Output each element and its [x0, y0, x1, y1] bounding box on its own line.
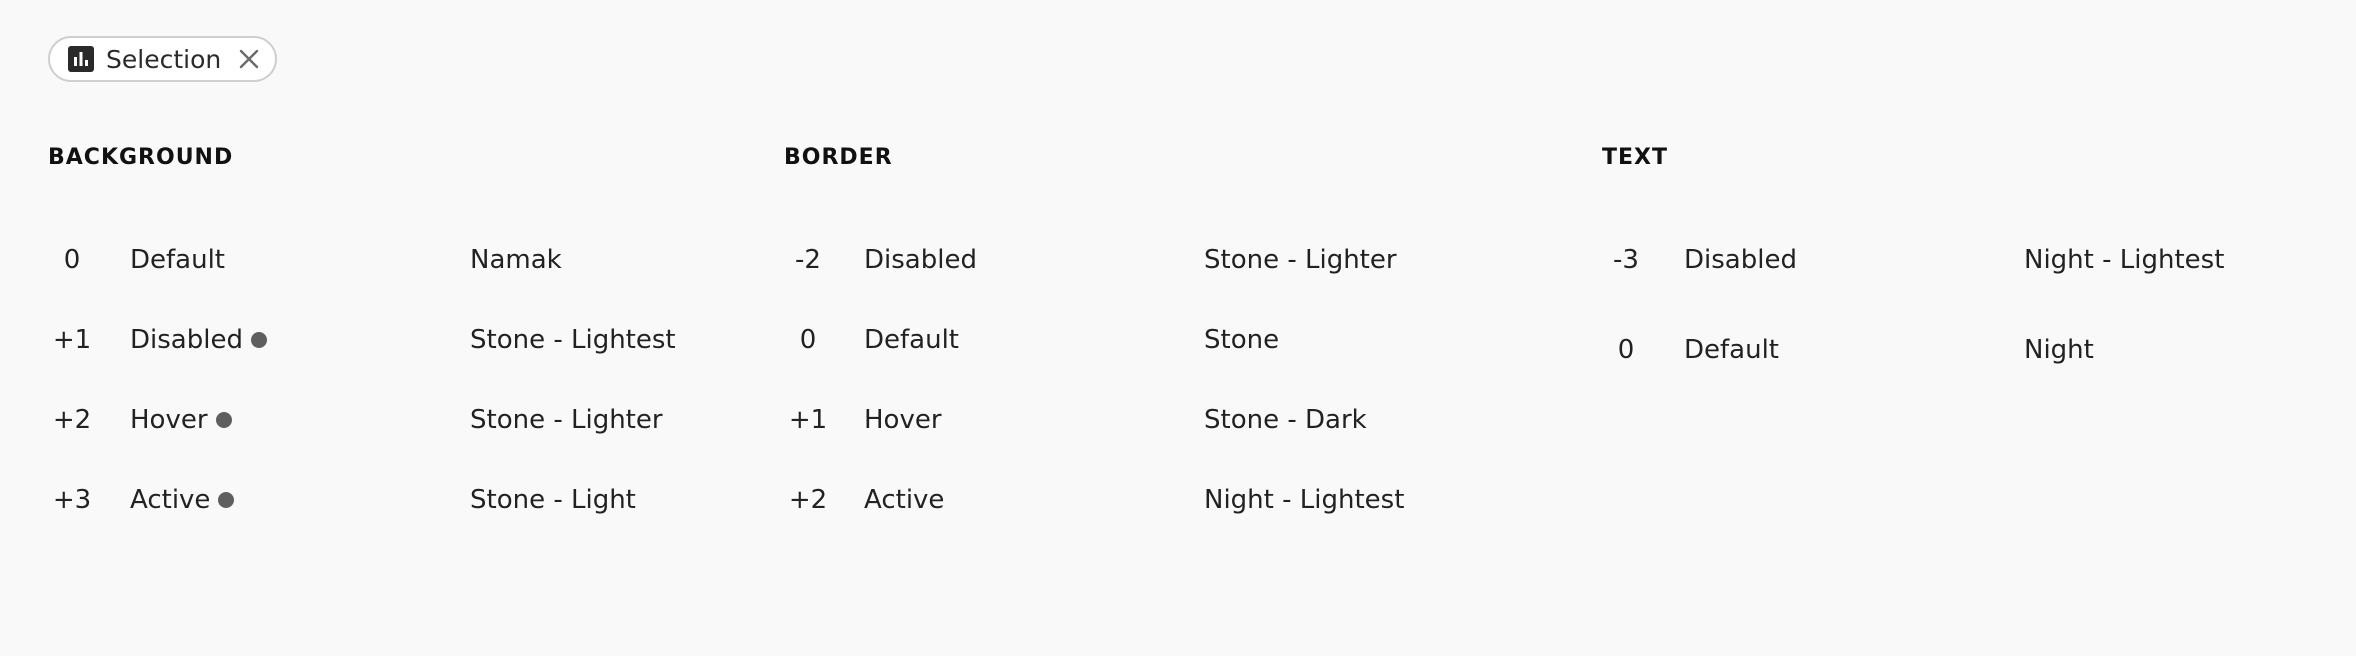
state-text: Default [130, 245, 225, 275]
level-index: 0 [1617, 335, 1635, 365]
state-label: Disabled [130, 325, 267, 355]
section-title: TEXT [1602, 145, 1669, 170]
state-label: Disabled [864, 245, 977, 275]
token-name: Stone - Dark [1204, 405, 1367, 435]
text-section: TEXT -3 Disabled Night - Lightest 0 Defa… [1602, 144, 2224, 365]
level-index: 0 [799, 325, 817, 355]
state-label: Default [1684, 335, 1779, 365]
state-label: Active [864, 485, 944, 515]
level-index: +1 [52, 325, 92, 355]
indicator-dot [218, 492, 235, 508]
token-name: Stone - Lighter [1204, 245, 1397, 275]
state-label: Hover [130, 405, 232, 435]
bar-chart-icon [68, 46, 94, 72]
level-index: -2 [795, 245, 821, 275]
token-name: Night - Lightest [2024, 245, 2225, 275]
state-text: Active [130, 485, 211, 515]
level-index: 0 [63, 245, 81, 275]
indicator-dot [250, 332, 267, 348]
state-text: Disabled [1684, 245, 1797, 275]
state-text: Hover [864, 405, 942, 435]
selection-chip[interactable]: Selection [48, 36, 278, 82]
state-label: Hover [864, 405, 942, 435]
chip-label: Selection [106, 44, 222, 74]
section-title: BACKGROUND [48, 145, 234, 170]
level-index: +2 [52, 405, 92, 435]
state-label: Active [130, 485, 235, 515]
token-name: Stone - Light [470, 485, 636, 515]
level-index: +3 [52, 485, 92, 515]
state-text: Default [864, 325, 959, 355]
state-text: Default [1684, 335, 1779, 365]
level-index: +2 [788, 485, 828, 515]
token-name: Stone [1204, 325, 1280, 355]
state-label: Default [130, 245, 225, 275]
state-text: Disabled [864, 245, 977, 275]
token-name: Night [2024, 335, 2094, 365]
token-name: Namak [470, 245, 562, 275]
level-index: +1 [788, 405, 828, 435]
background-section: BACKGROUND 0 Default Namak +1 Disabled S… [48, 144, 676, 515]
state-label: Default [864, 325, 959, 355]
state-text: Active [864, 485, 945, 515]
section-title: BORDER [784, 145, 893, 170]
token-name: Stone - Lighter [470, 405, 663, 435]
indicator-dot [215, 412, 232, 428]
token-name: Stone - Lightest [470, 325, 676, 355]
state-label: Disabled [1684, 245, 1797, 275]
close-icon[interactable] [235, 45, 263, 73]
level-index: -3 [1613, 245, 1639, 275]
border-section: BORDER -2 Disabled Stone - Lighter 0 Def… [784, 144, 1404, 515]
token-name: Night - Lightest [1204, 485, 1405, 515]
state-text: Hover [130, 405, 208, 435]
state-text: Disabled [130, 325, 243, 355]
